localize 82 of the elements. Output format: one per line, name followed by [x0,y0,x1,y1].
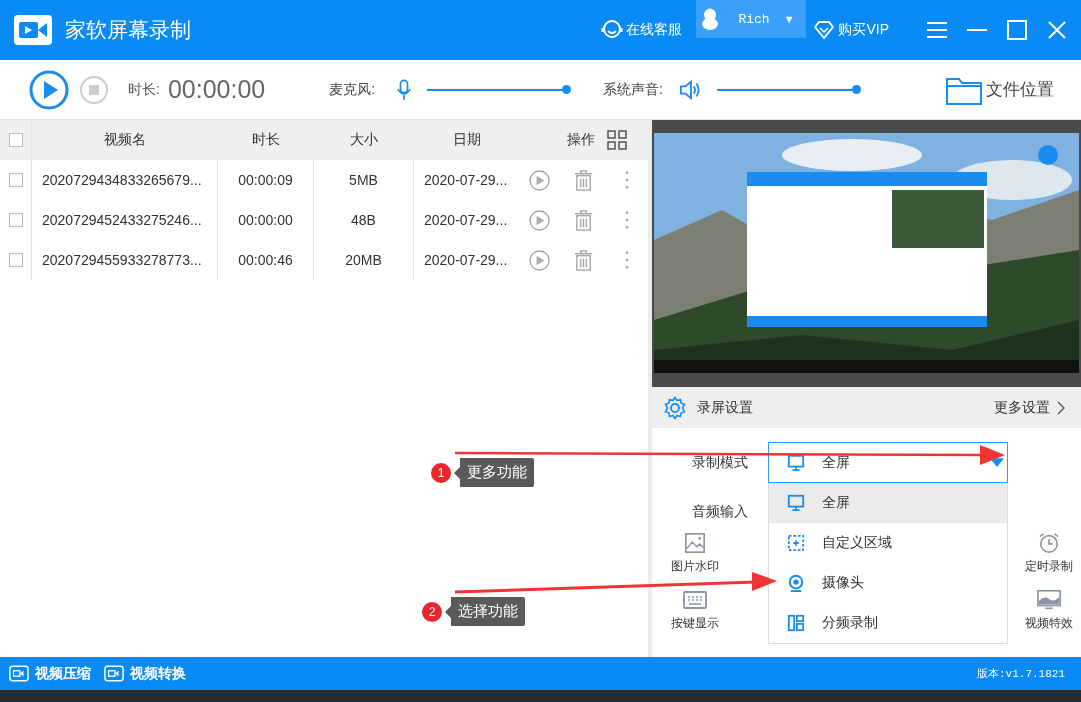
more-settings-link[interactable]: 更多设置 [994,398,1065,417]
online-service-button[interactable]: 在线客服 [600,18,683,42]
camera-logo-icon [14,15,52,45]
menu-icon[interactable] [927,20,947,40]
column-header: 大小 [349,131,379,149]
dropdown-option[interactable]: 自定义区域 [769,523,1007,563]
file-name-cell: 2020729452433275246... [32,200,218,240]
callout-tooltip: 更多功能 [454,458,534,487]
date-cell-text: 2020-07-29... [423,172,509,188]
callout-tooltip: 选择功能 [445,597,525,626]
play-icon[interactable] [529,169,550,191]
recording-mode-dropdown[interactable]: 全屏 [768,442,1008,483]
close-icon[interactable] [1047,20,1067,40]
more-options-icon[interactable] [625,251,629,269]
more-options-icon[interactable] [625,211,629,229]
feature-label[interactable]: 定时录制 [1025,558,1073,575]
app-title: 家软屏幕录制 [65,17,191,43]
version-text: 版本:v1.7.1821 [977,667,1065,681]
trash-icon[interactable] [573,169,594,191]
play-icon[interactable] [529,209,550,231]
image-icon[interactable] [683,532,707,554]
trash-icon[interactable] [573,209,594,231]
column-header: 视频名 [103,131,147,149]
size-cell: 48B [314,200,414,240]
file-location-button[interactable]: 文件位置 [946,74,1054,105]
row-checkbox[interactable] [8,173,23,187]
step-number-badge: 2 [422,601,442,622]
microphone-volume-slider[interactable] [427,88,568,91]
column-header: 日期 [452,131,482,149]
system-sound-label: 系统声音: [603,80,663,99]
size-cell: 20MB [314,240,414,280]
dropdown-option[interactable]: 摄像头 [769,563,1007,603]
tool-button[interactable]: 视频压缩 [9,664,91,683]
record-play-icon[interactable] [29,69,69,110]
buy-vip-button[interactable]: 购买VIP [812,18,889,42]
dashed-frame-icon [787,534,805,552]
diamond-icon [812,18,837,42]
duration-cell: 00:00:09 [218,160,314,200]
feature-label[interactable]: 按键显示 [671,615,719,632]
tool-button[interactable]: 视频转换 [104,664,186,683]
step-number-badge: 1 [431,462,451,483]
file-name-cell: 2020729455933278773... [32,240,218,280]
play-icon[interactable] [529,249,550,271]
recording-mode-label: 录制模式 [691,453,748,472]
monitor-icon[interactable] [1037,589,1061,611]
duration-cell: 00:00:46 [218,240,314,280]
column-header: 时长 [251,131,281,149]
monitor-icon [787,494,805,512]
feature-label[interactable]: 图片水印 [671,558,719,575]
dropdown-option[interactable]: 全屏 [769,483,1007,523]
more-options-icon[interactable] [625,171,629,189]
feature-label[interactable]: 视频特效 [1025,615,1073,632]
size-cell: 5MB [314,160,414,200]
microphone-icon [397,78,412,101]
column-header: 操作 [567,131,595,149]
date-cell-text: 2020-07-29... [423,212,509,228]
row-checkbox[interactable] [8,253,23,267]
audio-input-label: 音频输入 [691,502,748,521]
trash-icon[interactable] [573,249,594,271]
grid-view-icon[interactable] [607,130,627,150]
speaker-icon [679,78,701,101]
settings-icon [663,395,687,420]
webcam-icon [787,574,805,592]
alarm-clock-icon[interactable] [1037,532,1061,554]
video-icon [9,665,29,682]
chevron-right-icon [1057,400,1065,415]
video-icon [104,665,124,682]
stop-icon[interactable] [79,74,109,105]
keyboard-icon[interactable] [683,589,707,611]
layout-icon [787,614,805,632]
date-cell-text: 2020-07-29... [423,252,509,268]
dropdown-option[interactable]: 分频录制 [769,603,1007,643]
duration-time: 00:00:00 [167,75,266,104]
row-checkbox[interactable] [8,213,23,227]
file-name-cell: 2020729434833265679... [32,160,218,200]
monitor-icon [787,453,805,472]
select-all-checkbox[interactable] [8,133,23,147]
maximize-icon[interactable] [1007,20,1027,40]
duration-cell: 00:00:00 [218,200,314,240]
microphone-label: 麦克风: [329,80,376,99]
duration-label: 时长: [128,80,160,99]
settings-title: 录屏设置 [697,398,753,417]
